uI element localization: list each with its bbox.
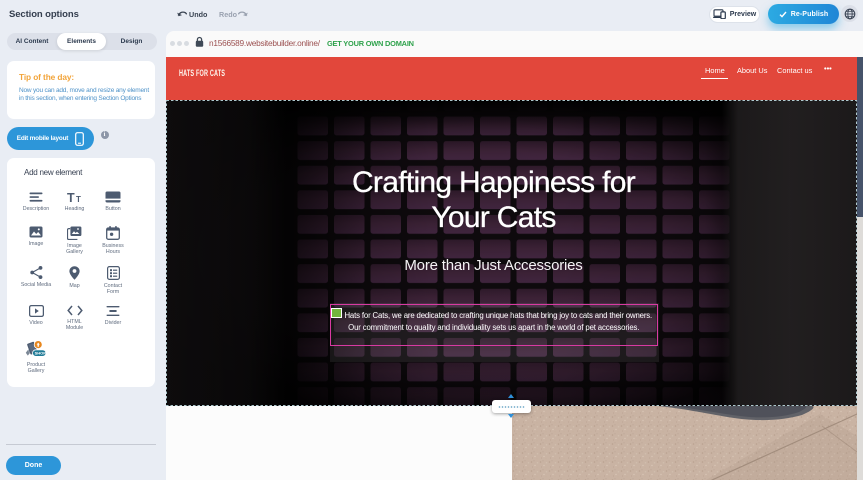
svg-text:T: T [76, 195, 81, 203]
svg-text:SHOP: SHOP [35, 351, 47, 356]
svg-text:T: T [67, 191, 75, 203]
